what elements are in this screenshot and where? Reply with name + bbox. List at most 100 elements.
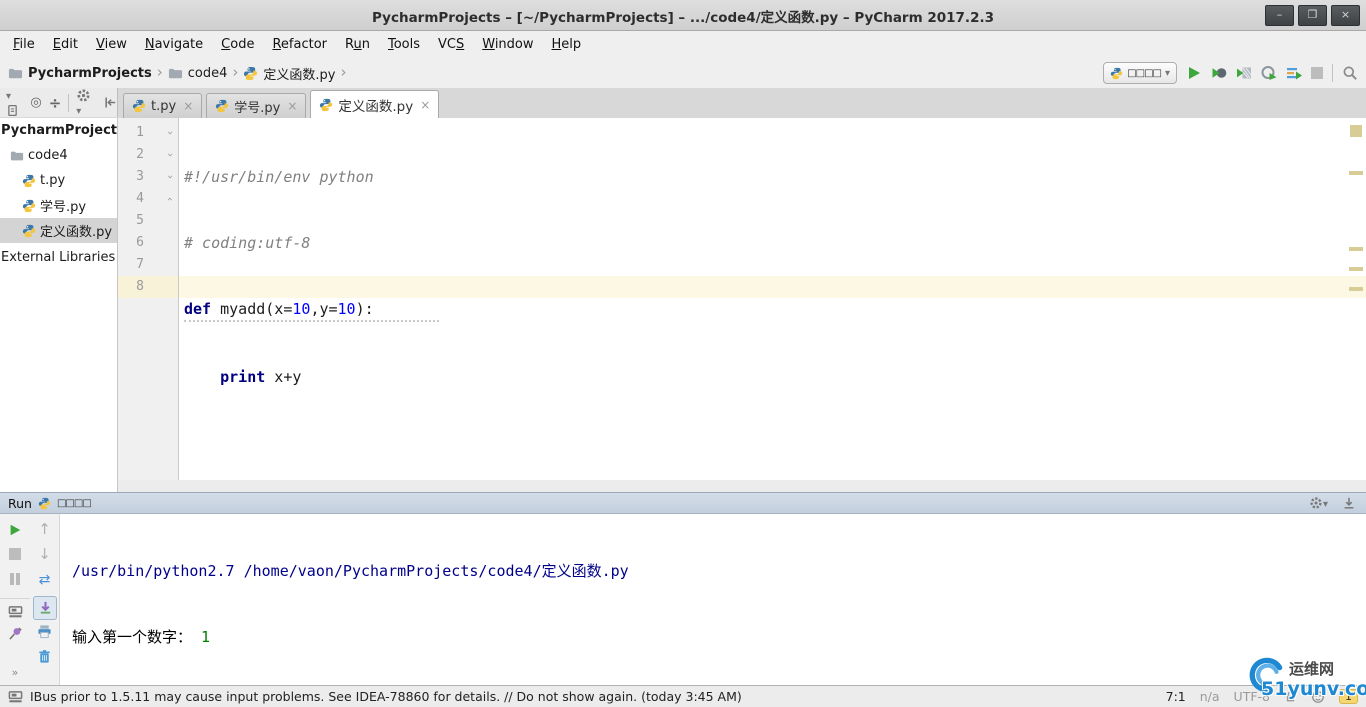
concurrency-diagram-button[interactable] [1286, 65, 1302, 81]
project-view-selector[interactable]: ▾ [6, 88, 23, 118]
fold-marker-icon[interactable]: › [159, 175, 181, 179]
window-title: PycharmProjects – [~/PycharmProjects] – … [372, 10, 994, 26]
tree-item-external-libraries[interactable]: External Libraries [0, 245, 117, 270]
console-output[interactable]: /usr/bin/python2.7 /home/vaon/PycharmPro… [72, 516, 629, 707]
menu-file[interactable]: File [4, 34, 44, 55]
tab-label: 学号.py [234, 100, 281, 116]
editor-splitter[interactable] [118, 480, 1366, 492]
readonly-lock-icon[interactable] [1284, 690, 1297, 703]
settings-gear-icon[interactable]: ▾ [76, 88, 95, 118]
event-notification-badge[interactable]: 1 [1339, 689, 1358, 704]
console-prompt-1: 输入第一个数字： 1 [72, 628, 211, 646]
hector-inspector-icon[interactable] [1311, 690, 1325, 704]
breadcrumb-folder[interactable]: code4 [188, 66, 228, 81]
stop-button-disabled [1311, 67, 1323, 79]
breadcrumb-project[interactable]: PycharmProjects [28, 66, 152, 81]
collapse-all-icon[interactable]: ÷ [49, 94, 62, 112]
chevron-right-icon: › [156, 63, 163, 81]
menu-tools[interactable]: Tools [379, 34, 429, 55]
search-everywhere-icon[interactable] [1342, 65, 1358, 81]
code-line-1: #!/usr/bin/env python [184, 168, 374, 186]
run-panel-gear-icon[interactable]: ▾ [1309, 496, 1328, 511]
close-button[interactable]: × [1331, 5, 1360, 26]
tab-dingyihanshu-py[interactable]: 定义函数.py × [310, 90, 440, 118]
breadcrumb-file[interactable]: 定义函数.py [263, 64, 335, 83]
maximize-button[interactable]: ❐ [1298, 5, 1327, 26]
show-console-layout-button[interactable] [0, 598, 30, 619]
error-stripe-mark[interactable] [1349, 247, 1363, 251]
pin-tab-icon[interactable] [0, 626, 30, 641]
chevron-right-icon: › [340, 63, 347, 81]
toolbar-separator [1332, 64, 1333, 82]
chevron-down-icon: ▾ [1164, 67, 1170, 79]
line-separator-indicator[interactable]: n/a [1200, 689, 1220, 704]
close-tab-icon[interactable]: × [183, 99, 193, 113]
close-tab-icon[interactable]: × [420, 98, 430, 112]
error-stripe-mark[interactable] [1349, 171, 1363, 175]
scroll-to-end-button-active[interactable] [33, 596, 57, 620]
error-stripe-mark[interactable] [1349, 287, 1363, 291]
code-line-2: # coding:utf-8 [184, 234, 311, 252]
hide-panel-icon[interactable] [103, 95, 117, 110]
rerun-button[interactable] [0, 522, 30, 537]
python-file-icon [22, 199, 36, 213]
fold-end-marker-icon[interactable]: › [159, 197, 181, 201]
menu-view[interactable]: View [87, 34, 136, 55]
line-number: 6 [136, 235, 144, 250]
tab-xuehao-py[interactable]: 学号.py × [206, 93, 307, 118]
print-icon[interactable] [30, 624, 59, 639]
caret-position[interactable]: 7:1 [1166, 689, 1186, 704]
breadcrumb: PycharmProjects › code4 › 定义函数.py › [8, 58, 346, 88]
run-console-panel: » ↑ ↓ ⇄ /usr/bin/python2.7 /home/vaon/Py… [0, 514, 1366, 707]
toolwindow-toggle-icon[interactable] [8, 689, 23, 704]
hide-run-panel-icon[interactable] [1342, 496, 1356, 510]
status-message[interactable]: IBus prior to 1.5.11 may cause input pro… [30, 689, 742, 704]
tab-t-py[interactable]: t.py × [123, 93, 203, 118]
line-number: 3 [136, 169, 144, 184]
menu-code[interactable]: Code [212, 34, 263, 55]
python-file-icon [22, 224, 36, 238]
profile-button[interactable] [1261, 65, 1277, 81]
python-file-icon [319, 98, 333, 112]
more-actions-icon[interactable]: » [0, 666, 30, 679]
run-config-label: □□□□ [56, 497, 92, 509]
run-configuration-name: □□□□ [1127, 67, 1162, 79]
tree-item-root[interactable]: PycharmProjects [0, 118, 117, 143]
python-icon [1110, 67, 1123, 80]
line-number: 5 [136, 213, 144, 228]
clear-all-trash-icon[interactable] [30, 649, 59, 664]
fold-marker-icon[interactable]: › [159, 131, 181, 135]
tree-item-code4[interactable]: code4 [0, 143, 117, 168]
code-text[interactable]: #!/usr/bin/env python # coding:utf-8 def… [184, 122, 440, 480]
debug-button[interactable] [1211, 65, 1227, 81]
run-with-coverage-button[interactable] [1236, 65, 1252, 81]
title-bar[interactable]: PycharmProjects – [~/PycharmProjects] – … [0, 0, 1366, 31]
menu-vcs[interactable]: VCS [429, 34, 473, 55]
menu-run[interactable]: Run [336, 34, 379, 55]
run-configuration-select[interactable]: □□□□ ▾ [1103, 62, 1177, 84]
line-number: 7 [136, 257, 144, 272]
error-stripe-file-status[interactable] [1350, 125, 1362, 137]
tree-item-t-py[interactable]: t.py [0, 168, 117, 193]
locate-file-icon[interactable]: ◎ [30, 95, 41, 110]
minimize-button[interactable]: – [1265, 5, 1294, 26]
run-tool-window-header[interactable]: Run □□□□ ▾ [0, 492, 1366, 514]
fold-marker-icon[interactable]: › [159, 153, 181, 157]
file-encoding[interactable]: UTF-8 [1234, 689, 1270, 704]
close-tab-icon[interactable]: × [287, 99, 297, 113]
error-stripe-mark[interactable] [1349, 267, 1363, 271]
pause-output-button[interactable] [0, 573, 30, 589]
line-number: 2 [136, 147, 144, 162]
menu-help[interactable]: Help [543, 34, 591, 55]
code-editor[interactable]: 1 2 3 4 5 6 7 8 › › › › #!/usr/bin/env p… [118, 118, 1366, 480]
menu-window[interactable]: Window [473, 34, 542, 55]
python-file-icon [22, 174, 36, 188]
menu-edit[interactable]: Edit [44, 34, 87, 55]
soft-wrap-icon[interactable]: ⇄ [30, 572, 59, 588]
menu-navigate[interactable]: Navigate [136, 34, 212, 55]
menu-refactor[interactable]: Refactor [263, 34, 336, 55]
run-button[interactable] [1186, 65, 1202, 81]
code-line-3: def myadd(x=10,y=10): [184, 298, 440, 322]
tree-item-xuehao-py[interactable]: 学号.py [0, 193, 117, 218]
tree-item-dingyihanshu-py-selected[interactable]: 定义函数.py [0, 218, 117, 243]
